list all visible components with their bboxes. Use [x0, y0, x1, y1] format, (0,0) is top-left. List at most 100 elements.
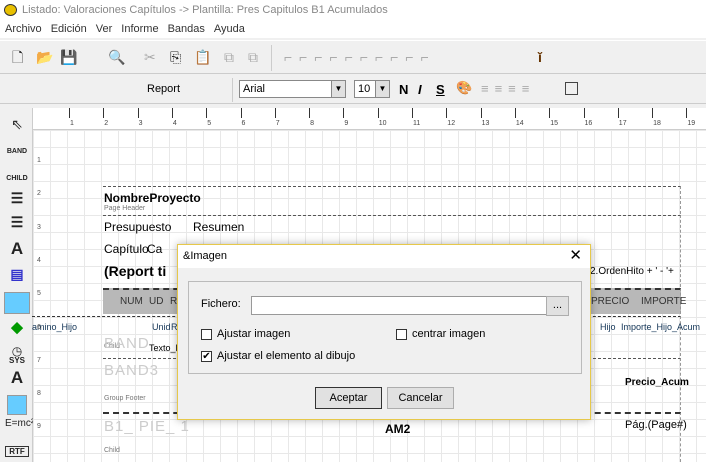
menu-bandas[interactable]: Bandas — [163, 20, 209, 38]
ruler-tick — [617, 108, 619, 118]
save-icon[interactable]: 💾 — [60, 49, 77, 65]
field-nombre-proyecto[interactable]: NombreProyecto — [104, 191, 201, 205]
underline-button[interactable]: S — [436, 82, 445, 97]
expression-icon[interactable]: E=mc² — [5, 418, 34, 429]
field-importe[interactable]: IMPORTE — [641, 296, 686, 307]
chevron-down-icon[interactable]: ▼ — [375, 81, 389, 97]
dbimage-icon[interactable] — [7, 395, 27, 415]
fichero-input[interactable] — [251, 296, 547, 315]
ruler-tick — [446, 108, 448, 118]
exit-icon[interactable]: ĭ — [538, 49, 542, 65]
memo-icon[interactable]: ▤ — [5, 266, 29, 283]
field-orden[interactable]: 2.OrdenHito + ' - '+ — [590, 266, 674, 277]
italic-button[interactable]: I — [418, 82, 422, 97]
rtf-icon[interactable]: RTF — [5, 446, 29, 457]
app-icon — [4, 4, 17, 16]
frame-icon[interactable] — [565, 82, 578, 95]
options-group: Fichero: ... Ajustar imagen centrar imag… — [188, 281, 582, 374]
band-icon[interactable]: BAND — [5, 148, 29, 155]
send-back-icon[interactable]: ⧉ — [248, 49, 258, 65]
dialog-title: &Imagen — [183, 250, 228, 262]
ruler-tick — [583, 108, 585, 118]
font-size-value: 10 — [358, 83, 371, 95]
ajustar-imagen-checkbox[interactable] — [201, 329, 212, 340]
chevron-down-icon[interactable]: ▼ — [331, 81, 345, 97]
menu-ver[interactable]: Ver — [91, 20, 117, 38]
field-report-title[interactable]: (Report ti — [104, 263, 166, 279]
field-hijo[interactable]: Hijo — [600, 322, 616, 332]
field-num[interactable]: NUM — [120, 296, 143, 307]
close-icon[interactable]: ✕ — [569, 247, 582, 265]
field-presupuesto[interactable]: Presupuesto — [104, 220, 171, 234]
new-icon[interactable]: 🗋 — [12, 49, 23, 65]
fichero-label: Fichero: — [201, 298, 241, 310]
band-label: Group Footer — [104, 395, 146, 402]
shape-icon[interactable]: ◆ — [5, 318, 29, 336]
field-ca[interactable]: Ca — [147, 242, 162, 256]
band-name-label: Report — [147, 83, 181, 95]
bold-button[interactable]: N — [399, 82, 408, 97]
ruler-tick — [343, 108, 345, 118]
cut-icon[interactable]: ✂ — [144, 49, 156, 65]
field-pag[interactable]: Pág.(Page#) — [625, 419, 687, 431]
ajustar-elemento-checkbox[interactable]: ✔ — [201, 351, 212, 362]
field-precio[interactable]: PRECIO — [591, 296, 629, 307]
child-band-icon[interactable]: CHILD — [5, 175, 29, 182]
ruler-tick-label: 18 — [653, 120, 661, 127]
main-toolbar: 🗋 📂 💾 🔍 ✂ ⎘ 📋 ⧉ ⧉ ⌐⌐⌐⌐⌐⌐⌐⌐⌐⌐ ĭ — [0, 40, 706, 74]
menu-ayuda[interactable]: Ayuda — [209, 20, 249, 38]
field-resumen[interactable]: Resumen — [193, 220, 244, 234]
align-icons[interactable]: ⌐⌐⌐⌐⌐⌐⌐⌐⌐⌐ — [284, 49, 436, 65]
band-ghost-name: BAND3 — [104, 362, 160, 379]
menu-informe[interactable]: Informe — [116, 20, 162, 38]
row-number: 1 — [37, 157, 41, 164]
menu-archivo[interactable]: Archivo — [0, 20, 46, 38]
page-header-band[interactable]: NombreProyecto Page Header — [103, 186, 681, 214]
ruler-tick — [686, 108, 688, 118]
ruler-tick-label: 17 — [618, 120, 627, 127]
ruler-tick-label: 13 — [481, 120, 490, 127]
band-ghost-name: BAND — [104, 335, 150, 352]
group-band-icon[interactable]: ☰ — [5, 214, 29, 231]
bring-front-icon[interactable]: ⧉ — [224, 49, 234, 65]
field-am2[interactable]: AM2 — [385, 422, 410, 436]
browse-button[interactable]: ... — [546, 296, 569, 316]
pointer-icon[interactable]: ⇖ — [5, 116, 29, 133]
centrar-imagen-label: centrar imagen — [412, 328, 486, 340]
field-unid[interactable]: Unid — [152, 322, 171, 332]
band-label: Child — [104, 447, 120, 454]
field-capitulo[interactable]: Capítulo — [104, 242, 149, 256]
label-icon[interactable]: A — [5, 239, 29, 259]
menu-edicion[interactable]: Edición — [46, 20, 91, 38]
row-number: 5 — [37, 290, 41, 298]
ruler-tick — [274, 108, 276, 118]
ruler-tick — [514, 108, 516, 118]
preview-icon[interactable]: 🔍 — [108, 49, 125, 65]
font-size-select[interactable]: 10 ▼ — [354, 80, 390, 98]
color-palette-icon[interactable]: 🎨 — [456, 80, 472, 96]
row-number: 6 — [37, 323, 41, 331]
font-select[interactable]: Arial ▼ — [239, 80, 346, 98]
field-ud[interactable]: UD — [149, 296, 163, 307]
title-bar: Listado: Valoraciones Capítulos -> Plant… — [0, 0, 706, 20]
image-icon[interactable] — [4, 292, 30, 314]
field-precio-acum[interactable]: Precio_Acum — [625, 377, 689, 388]
ruler-tick — [103, 108, 105, 118]
copy-icon[interactable]: ⎘ — [170, 49, 181, 65]
toolbar-divider — [232, 78, 233, 102]
field-importe-hijo[interactable]: Importe_Hijo_Acum — [621, 322, 700, 332]
centrar-imagen-checkbox[interactable] — [396, 329, 407, 340]
cancelar-button[interactable]: Cancelar — [387, 387, 454, 409]
open-icon[interactable]: 📂 — [36, 49, 53, 65]
ruler-tick-label: 12 — [447, 120, 456, 127]
dbtext-icon[interactable]: A — [5, 368, 29, 388]
text-align-icons[interactable]: ≡≡≡≡ — [481, 81, 535, 96]
ruler-tick — [240, 108, 242, 118]
sysdata-icon[interactable]: SYS — [5, 356, 29, 365]
ruler-tick — [137, 108, 139, 118]
paste-icon[interactable]: 📋 — [194, 49, 211, 65]
aceptar-button[interactable]: Aceptar — [315, 387, 382, 409]
subdetail-icon[interactable]: ☰ — [5, 190, 29, 207]
row-number: 7 — [37, 356, 41, 364]
ruler-tick — [171, 108, 173, 118]
